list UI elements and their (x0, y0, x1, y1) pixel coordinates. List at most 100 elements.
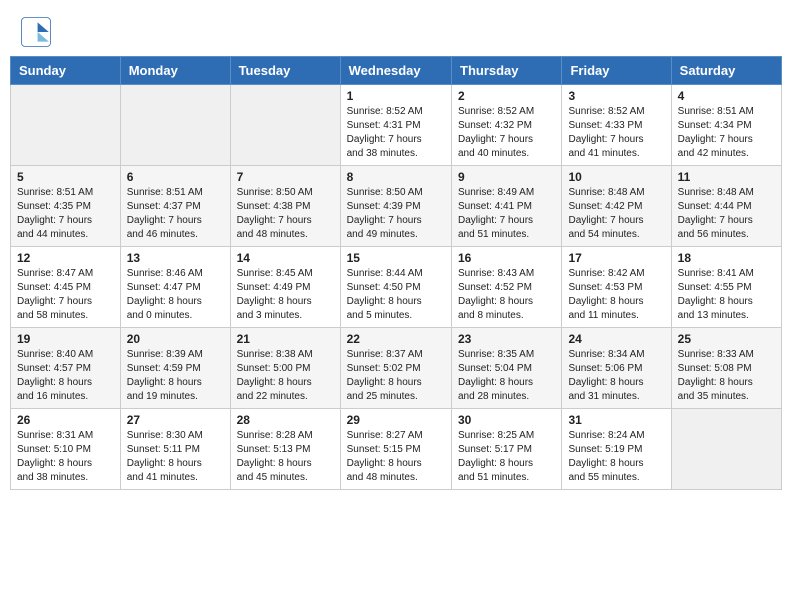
day-number: 1 (347, 89, 445, 103)
day-number: 19 (17, 332, 114, 346)
day-info: Sunrise: 8:24 AM Sunset: 5:19 PM Dayligh… (568, 429, 664, 485)
day-number: 9 (458, 170, 555, 184)
calendar-cell: 25Sunrise: 8:33 AM Sunset: 5:08 PM Dayli… (671, 328, 781, 409)
day-number: 20 (127, 332, 224, 346)
calendar-cell: 26 Sunrise: 8:31 AM Sunset: 5:10 PM Dayli… (11, 409, 121, 490)
page-header (0, 0, 792, 56)
day-number: 6 (127, 170, 224, 184)
day-number: 5 (17, 170, 114, 184)
day-info: Sunrise: 8:33 AM Sunset: 5:08 PM Dayligh… (678, 348, 775, 404)
day-info: Sunrise: 8:37 AM Sunset: 5:02 PM Dayligh… (347, 348, 445, 404)
calendar-cell: 27Sunrise: 8:30 AM Sunset: 5:11 PM Dayli… (120, 409, 230, 490)
day-info: Sunrise: 8:38 AM Sunset: 5:00 PM Dayligh… (237, 348, 334, 404)
logo-icon (20, 16, 52, 48)
day-info: Sunrise: 8:35 AM Sunset: 5:04 PM Dayligh… (458, 348, 555, 404)
day-info: Sunrise: 8:27 AM Sunset: 5:15 PM Dayligh… (347, 429, 445, 485)
calendar-week-row: 1 Sunrise: 8:52 AM Sunset: 4:31 PM Daylig… (11, 85, 782, 166)
calendar-cell: 31 Sunrise: 8:24 AM Sunset: 5:19 PM Dayli… (562, 409, 671, 490)
day-number: 24 (568, 332, 664, 346)
calendar-cell: 29 Sunrise: 8:27 AM Sunset: 5:15 PM Dayli… (340, 409, 451, 490)
day-number: 14 (237, 251, 334, 265)
day-info: Sunrise: 8:43 AM Sunset: 4:52 PM Dayligh… (458, 267, 555, 323)
day-number: 12 (17, 251, 114, 265)
calendar-cell: 11 Sunrise: 8:48 AM Sunset: 4:44 PM Dayli… (671, 166, 781, 247)
day-info: Sunrise: 8:39 AM Sunset: 4:59 PM Dayligh… (127, 348, 224, 404)
day-number: 30 (458, 413, 555, 427)
calendar-cell: 9 Sunrise: 8:49 AM Sunset: 4:41 PM Daylig… (452, 166, 562, 247)
day-number: 7 (237, 170, 334, 184)
day-info: Sunrise: 8:51 AM Sunset: 4:37 PM Dayligh… (127, 186, 224, 242)
day-info: Sunrise: 8:49 AM Sunset: 4:41 PM Dayligh… (458, 186, 555, 242)
day-number: 13 (127, 251, 224, 265)
calendar-cell: 18 Sunrise: 8:41 AM Sunset: 4:55 PM Dayli… (671, 247, 781, 328)
calendar-cell: 17Sunrise: 8:42 AM Sunset: 4:53 PM Dayli… (562, 247, 671, 328)
day-info: Sunrise: 8:50 AM Sunset: 4:38 PM Dayligh… (237, 186, 334, 242)
day-info: Sunrise: 8:48 AM Sunset: 4:42 PM Dayligh… (568, 186, 664, 242)
day-number: 22 (347, 332, 445, 346)
calendar-cell: 4 Sunrise: 8:51 AM Sunset: 4:34 PM Daylig… (671, 85, 781, 166)
calendar-cell: 10 Sunrise: 8:48 AM Sunset: 4:42 PM Dayli… (562, 166, 671, 247)
day-info: Sunrise: 8:28 AM Sunset: 5:13 PM Dayligh… (237, 429, 334, 485)
calendar-cell: 1 Sunrise: 8:52 AM Sunset: 4:31 PM Daylig… (340, 85, 451, 166)
calendar-cell: 15Sunrise: 8:44 AM Sunset: 4:50 PM Dayli… (340, 247, 451, 328)
calendar-cell: 30 Sunrise: 8:25 AM Sunset: 5:17 PM Dayli… (452, 409, 562, 490)
day-info: Sunrise: 8:51 AM Sunset: 4:34 PM Dayligh… (678, 105, 775, 161)
weekday-header-monday: Monday (120, 57, 230, 85)
day-number: 3 (568, 89, 664, 103)
weekday-header-sunday: Sunday (11, 57, 121, 85)
calendar-week-row: 26 Sunrise: 8:31 AM Sunset: 5:10 PM Dayli… (11, 409, 782, 490)
day-number: 10 (568, 170, 664, 184)
day-number: 11 (678, 170, 775, 184)
calendar-cell: 12 Sunrise: 8:47 AM Sunset: 4:45 PM Dayli… (11, 247, 121, 328)
weekday-header-tuesday: Tuesday (230, 57, 340, 85)
day-info: Sunrise: 8:41 AM Sunset: 4:55 PM Dayligh… (678, 267, 775, 323)
calendar-header-row: SundayMondayTuesdayWednesdayThursdayFrid… (11, 57, 782, 85)
calendar-cell (230, 85, 340, 166)
day-number: 26 (17, 413, 114, 427)
weekday-header-wednesday: Wednesday (340, 57, 451, 85)
calendar-cell (120, 85, 230, 166)
day-info: Sunrise: 8:45 AM Sunset: 4:49 PM Dayligh… (237, 267, 334, 323)
weekday-header-friday: Friday (562, 57, 671, 85)
calendar-cell: 20 Sunrise: 8:39 AM Sunset: 4:59 PM Dayli… (120, 328, 230, 409)
day-info: Sunrise: 8:46 AM Sunset: 4:47 PM Dayligh… (127, 267, 224, 323)
calendar-cell: 22 Sunrise: 8:37 AM Sunset: 5:02 PM Dayli… (340, 328, 451, 409)
calendar-cell: 19 Sunrise: 8:40 AM Sunset: 4:57 PM Dayli… (11, 328, 121, 409)
day-info: Sunrise: 8:48 AM Sunset: 4:44 PM Dayligh… (678, 186, 775, 242)
day-info: Sunrise: 8:31 AM Sunset: 5:10 PM Dayligh… (17, 429, 114, 485)
day-info: Sunrise: 8:47 AM Sunset: 4:45 PM Dayligh… (17, 267, 114, 323)
logo (20, 16, 56, 48)
day-info: Sunrise: 8:44 AM Sunset: 4:50 PM Dayligh… (347, 267, 445, 323)
day-info: Sunrise: 8:40 AM Sunset: 4:57 PM Dayligh… (17, 348, 114, 404)
calendar-cell: 24Sunrise: 8:34 AM Sunset: 5:06 PM Dayli… (562, 328, 671, 409)
day-info: Sunrise: 8:51 AM Sunset: 4:35 PM Dayligh… (17, 186, 114, 242)
calendar-cell: 3 Sunrise: 8:52 AM Sunset: 4:33 PM Daylig… (562, 85, 671, 166)
day-number: 4 (678, 89, 775, 103)
calendar-cell: 6 Sunrise: 8:51 AM Sunset: 4:37 PM Daylig… (120, 166, 230, 247)
day-number: 27 (127, 413, 224, 427)
day-info: Sunrise: 8:52 AM Sunset: 4:32 PM Dayligh… (458, 105, 555, 161)
calendar-cell: 13 Sunrise: 8:46 AM Sunset: 4:47 PM Dayli… (120, 247, 230, 328)
day-number: 29 (347, 413, 445, 427)
day-number: 28 (237, 413, 334, 427)
day-info: Sunrise: 8:25 AM Sunset: 5:17 PM Dayligh… (458, 429, 555, 485)
calendar-cell: 5 Sunrise: 8:51 AM Sunset: 4:35 PM Daylig… (11, 166, 121, 247)
calendar-cell (11, 85, 121, 166)
calendar-week-row: 19 Sunrise: 8:40 AM Sunset: 4:57 PM Dayli… (11, 328, 782, 409)
weekday-header-thursday: Thursday (452, 57, 562, 85)
day-number: 8 (347, 170, 445, 184)
day-info: Sunrise: 8:52 AM Sunset: 4:31 PM Dayligh… (347, 105, 445, 161)
calendar-cell: 2 Sunrise: 8:52 AM Sunset: 4:32 PM Daylig… (452, 85, 562, 166)
calendar-cell: 7 Sunrise: 8:50 AM Sunset: 4:38 PM Daylig… (230, 166, 340, 247)
day-info: Sunrise: 8:50 AM Sunset: 4:39 PM Dayligh… (347, 186, 445, 242)
day-number: 31 (568, 413, 664, 427)
calendar-wrapper: SundayMondayTuesdayWednesdayThursdayFrid… (0, 56, 792, 500)
day-info: Sunrise: 8:42 AM Sunset: 4:53 PM Dayligh… (568, 267, 664, 323)
day-number: 18 (678, 251, 775, 265)
calendar-week-row: 5 Sunrise: 8:51 AM Sunset: 4:35 PM Daylig… (11, 166, 782, 247)
day-info: Sunrise: 8:52 AM Sunset: 4:33 PM Dayligh… (568, 105, 664, 161)
calendar-cell (671, 409, 781, 490)
day-number: 2 (458, 89, 555, 103)
calendar-cell: 23Sunrise: 8:35 AM Sunset: 5:04 PM Dayli… (452, 328, 562, 409)
calendar-cell: 21Sunrise: 8:38 AM Sunset: 5:00 PM Dayli… (230, 328, 340, 409)
